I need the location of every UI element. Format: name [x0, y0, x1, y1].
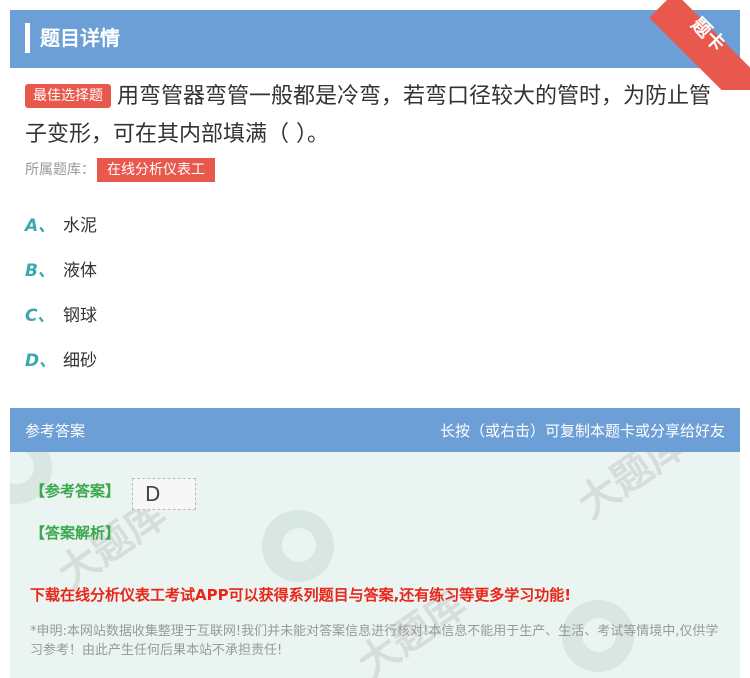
page-title: 题目详情 [40, 26, 120, 50]
share-hint: 长按（或右击）可复制本题卡或分享给好友 [439, 422, 725, 440]
download-promo[interactable]: 下载在线分析仪表工考试APP可以获得系列题目与答案,还有练习等更多学习功能! [30, 584, 571, 605]
title-accent-bar [25, 23, 30, 53]
option-b[interactable]: B、 液体 [25, 258, 97, 284]
option-text: 液体 [63, 261, 97, 281]
question-bank: 所属题库： 在线分析仪表工 [25, 158, 215, 182]
bank-badge[interactable]: 在线分析仪表工 [97, 158, 215, 182]
option-text: 水泥 [63, 216, 97, 236]
option-text: 钢球 [63, 306, 97, 326]
option-key: A、 [25, 216, 56, 236]
option-key: D、 [25, 351, 57, 371]
option-key: C、 [25, 306, 55, 326]
question-type-badge: 最佳选择题 [25, 84, 111, 108]
reference-answer-label: 【参考答案】 [30, 482, 121, 500]
watermark-text: 大题库 [569, 452, 695, 528]
answer-section-title: 参考答案 [25, 422, 86, 440]
option-text: 细砂 [63, 351, 97, 371]
page-header: 题目详情 [10, 10, 740, 68]
answer-panel: 大题库 大题库 大题库 【参考答案】 D 【答案解析】 下载在线分析仪表工考试A… [10, 452, 740, 678]
disclaimer: *申明:本网站数据收集整理于互联网!我们并未能对答案信息进行核对!本信息不能用于… [30, 624, 719, 658]
answer-header: 参考答案 长按（或右击）可复制本题卡或分享给好友 [10, 408, 740, 452]
option-key: B、 [25, 261, 55, 281]
option-c[interactable]: C、 钢球 [25, 303, 97, 329]
reference-answer-value: D [132, 478, 196, 510]
watermark-logo [262, 510, 334, 582]
bank-label: 所属题库： [25, 162, 95, 178]
analysis-label: 【答案解析】 [30, 524, 121, 542]
question-block: 最佳选择题 用弯管器弯管一般都是冷弯，若弯口径较大的管时，为防止管子变形，可在其内… [25, 78, 725, 154]
option-a[interactable]: A、 水泥 [25, 213, 97, 239]
option-d[interactable]: D、 细砂 [25, 348, 97, 374]
question-card-ribbon[interactable]: 题卡 [650, 0, 750, 90]
question-text: 用弯管器弯管一般都是冷弯，若弯口径较大的管时，为防止管子变形，可在其内部填满（ … [25, 84, 712, 147]
